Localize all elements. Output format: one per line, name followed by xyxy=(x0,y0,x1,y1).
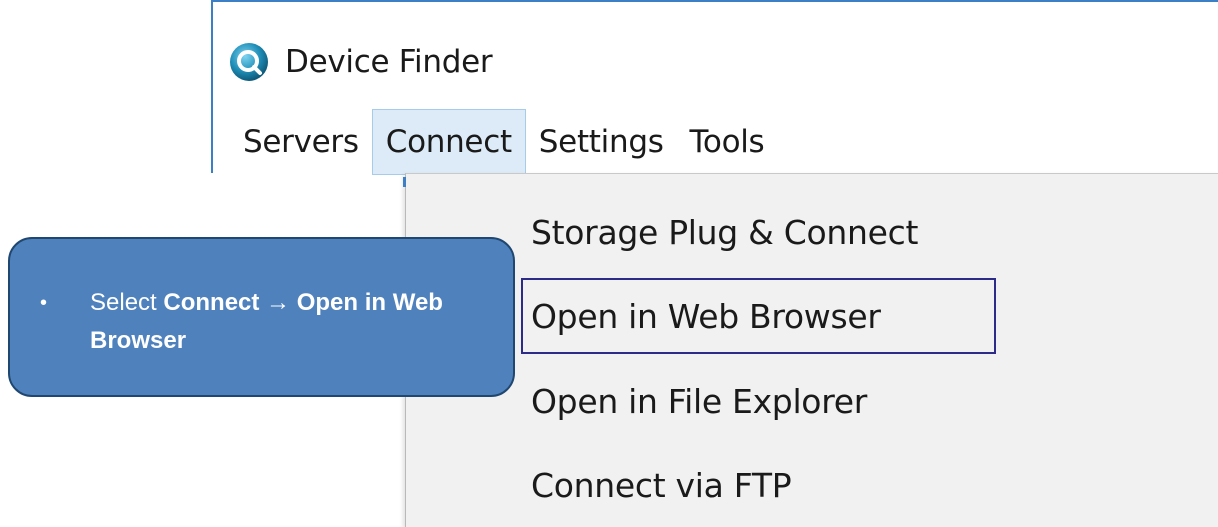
menu-tools[interactable]: Tools xyxy=(677,109,778,175)
screenshot-stage: Device Finder Servers Connect Settings T… xyxy=(0,0,1218,527)
menu-bar: Servers Connect Settings Tools xyxy=(229,109,777,175)
highlight-box xyxy=(521,278,996,354)
device-finder-app-icon xyxy=(229,42,269,82)
menu-servers[interactable]: Servers xyxy=(229,109,372,175)
menu-item-connect-via-ftp[interactable]: Connect via FTP xyxy=(531,453,792,517)
device-finder-window: Device Finder Servers Connect Settings T… xyxy=(211,0,1218,175)
window-title: Device Finder xyxy=(285,44,493,80)
bullet-point: • xyxy=(40,292,48,314)
arrow-icon: → xyxy=(266,289,291,316)
callout-text: Select Connect → Open in Web Browser xyxy=(90,284,480,360)
title-bar: Device Finder xyxy=(229,32,493,92)
instruction-callout: • Select Connect → Open in Web Browser xyxy=(8,237,515,397)
menu-item-storage-plug-connect[interactable]: Storage Plug & Connect xyxy=(531,200,918,264)
connect-dropdown-menu: Storage Plug & Connect Open in Web Brows… xyxy=(403,173,1218,527)
menu-connect[interactable]: Connect xyxy=(371,109,526,175)
menu-item-open-in-file-explorer[interactable]: Open in File Explorer xyxy=(531,369,867,433)
menu-anchor-marker xyxy=(403,177,406,187)
menu-settings[interactable]: Settings xyxy=(526,109,677,175)
callout-content: • Select Connect → Open in Web Browser xyxy=(40,284,480,360)
callout-bold-connect: Connect xyxy=(163,289,260,316)
callout-prefix: Select xyxy=(90,289,164,316)
